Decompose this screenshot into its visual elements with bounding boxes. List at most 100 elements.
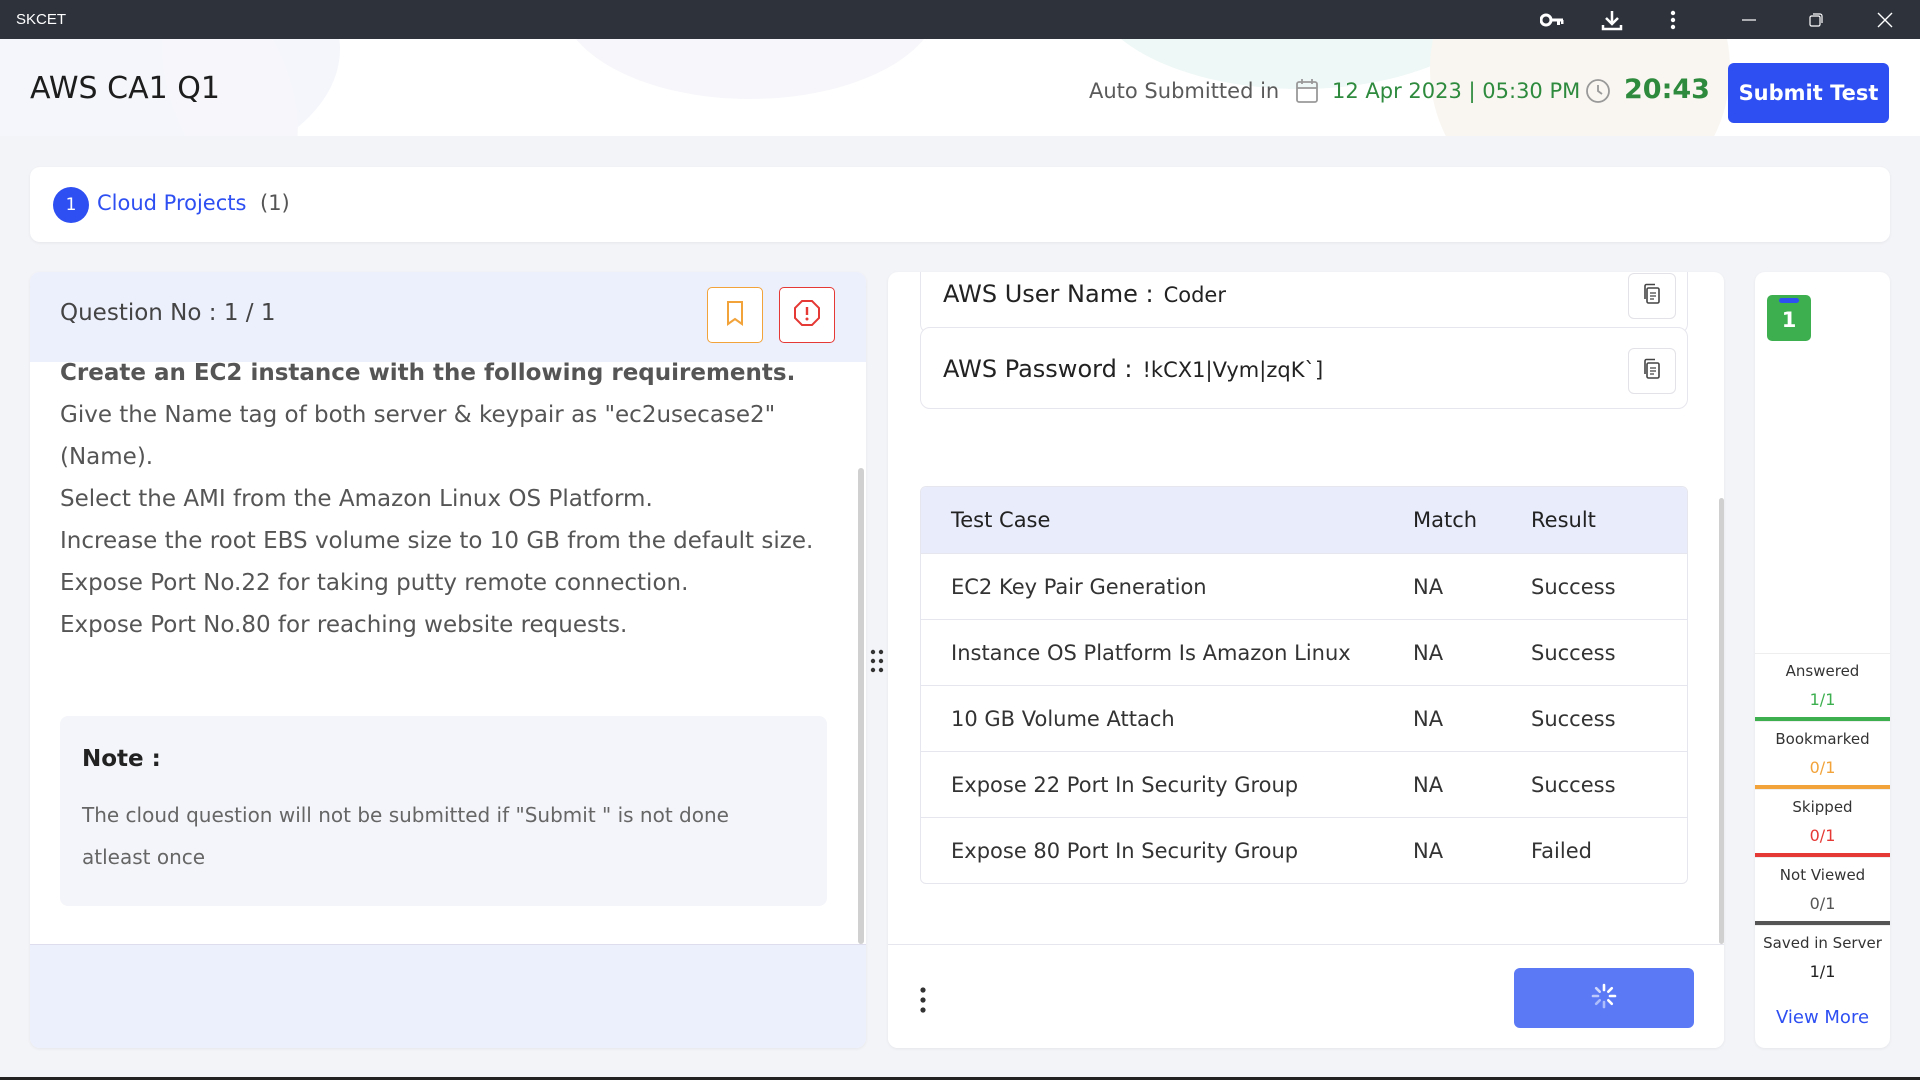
- aws-password-label: AWS Password : !kCX1|Vym|zqK`]: [943, 355, 1324, 383]
- stat-label: Saved in Server: [1763, 934, 1882, 952]
- answer-footer: [888, 944, 1724, 1048]
- spinner-icon: [1590, 982, 1618, 1014]
- test-case-name: Expose 80 Port In Security Group: [921, 817, 1413, 883]
- question-panel: Question No : 1 / 1 Create an EC2 instan…: [30, 272, 866, 1048]
- bookmark-button[interactable]: [707, 287, 763, 343]
- download-icon[interactable]: [1597, 0, 1627, 39]
- copy-username-button[interactable]: [1628, 273, 1676, 319]
- answer-panel: AWS User Name : Coder AWS Password : !kCX1…: [888, 272, 1724, 1048]
- minimize-icon[interactable]: [1734, 0, 1764, 39]
- app-name: SKCET: [16, 11, 67, 28]
- aws-username-card: AWS User Name : Coder: [920, 272, 1688, 334]
- view-more-link[interactable]: View More: [1755, 1007, 1890, 1028]
- stat-value: 1/1: [1809, 962, 1836, 981]
- note-box: Note : The cloud question will not be su…: [60, 716, 827, 906]
- bookmark-icon: [724, 300, 746, 330]
- note-text: The cloud question will not be submitted…: [82, 803, 729, 869]
- submit-test-button[interactable]: Submit Test: [1728, 63, 1889, 123]
- restore-icon[interactable]: [1801, 0, 1831, 39]
- question-scrollbar[interactable]: [858, 468, 864, 944]
- test-case-match: NA: [1413, 817, 1531, 883]
- stat-value: 0/1: [1809, 894, 1836, 913]
- auto-submit-deadline: 12 Apr 2023 | 05:30 PM: [1332, 79, 1581, 103]
- window-titlebar: SKCET: [0, 0, 1920, 39]
- section-name: Cloud Projects: [97, 191, 247, 215]
- header-decoration: [560, 39, 940, 99]
- clock-icon: [1585, 78, 1611, 108]
- stat-bookmarked: Bookmarked 0/1: [1755, 721, 1890, 789]
- answer-scrollbar[interactable]: [1719, 498, 1724, 944]
- stat-label: Answered: [1785, 662, 1860, 680]
- test-case-match: NA: [1413, 553, 1531, 619]
- table-row: 10 GB Volume Attach NA Success: [921, 685, 1687, 751]
- key-icon[interactable]: [1537, 0, 1567, 39]
- test-case-name: Instance OS Platform Is Amazon Linux: [921, 619, 1413, 685]
- aws-password-card: AWS Password : !kCX1|Vym|zqK`]: [920, 327, 1688, 409]
- aws-username-label: AWS User Name : Coder: [943, 280, 1226, 308]
- question-navigator-1[interactable]: 1: [1767, 295, 1811, 341]
- question-line: Increase the root EBS volume size to 10 …: [60, 528, 814, 554]
- test-case-result: Success: [1531, 619, 1687, 685]
- copy-icon: [1642, 358, 1662, 384]
- table-header-row: Test Case Match Result: [921, 487, 1687, 553]
- more-vertical-icon[interactable]: [918, 985, 928, 1015]
- question-line: Expose Port No.22 for taking putty remot…: [60, 570, 689, 596]
- question-text: Create an EC2 instance with the followin…: [60, 362, 850, 762]
- question-number: Question No : 1 / 1: [60, 300, 276, 326]
- stat-saved-in-server: Saved in Server 1/1: [1755, 925, 1890, 993]
- column-header-match: Match: [1413, 487, 1531, 553]
- bookmark-indicator: [1779, 298, 1799, 303]
- test-case-result: Success: [1531, 685, 1687, 751]
- stat-answered: Answered 1/1: [1755, 653, 1890, 721]
- test-title: AWS CA1 Q1: [30, 71, 220, 106]
- auto-submitted-label: Auto Submitted in: [1089, 79, 1280, 103]
- question-line: Expose Port No.80 for reaching website r…: [60, 612, 628, 638]
- stat-value: 1/1: [1809, 690, 1836, 709]
- stat-label: Bookmarked: [1775, 730, 1870, 748]
- table-row: EC2 Key Pair Generation NA Success: [921, 553, 1687, 619]
- stat-value: 0/1: [1809, 758, 1836, 777]
- note-title: Note :: [82, 746, 161, 772]
- report-icon: [793, 299, 821, 331]
- test-case-result: Success: [1531, 751, 1687, 817]
- stat-label: Skipped: [1792, 798, 1853, 816]
- section-number-badge: 1: [53, 187, 89, 223]
- drag-handle-icon[interactable]: [868, 648, 886, 674]
- table-row: Expose 22 Port In Security Group NA Succ…: [921, 751, 1687, 817]
- test-case-match: NA: [1413, 751, 1531, 817]
- test-case-name: EC2 Key Pair Generation: [921, 553, 1413, 619]
- test-case-table: Test Case Match Result EC2 Key Pair Gene…: [920, 486, 1688, 884]
- aws-username-value: Coder: [1163, 283, 1226, 307]
- question-line: Select the AMI from the Amazon Linux OS …: [60, 486, 653, 512]
- countdown-timer: 20:43: [1624, 74, 1710, 105]
- stat-label: Not Viewed: [1779, 866, 1866, 884]
- question-footer: [30, 944, 866, 1048]
- column-header-test-case: Test Case: [921, 487, 1413, 553]
- test-case-name: Expose 22 Port In Security Group: [921, 751, 1413, 817]
- close-icon[interactable]: [1870, 0, 1900, 39]
- kebab-menu-icon[interactable]: [1658, 0, 1688, 39]
- test-case-match: NA: [1413, 619, 1531, 685]
- question-status-panel: 1 Answered 1/1 Bookmarked 0/1 Skipped 0/…: [1755, 272, 1890, 1048]
- table-row: Expose 80 Port In Security Group NA Fail…: [921, 817, 1687, 883]
- report-issue-button[interactable]: [779, 287, 835, 343]
- submit-code-button[interactable]: [1514, 968, 1694, 1028]
- table-row: Instance OS Platform Is Amazon Linux NA …: [921, 619, 1687, 685]
- stat-not-viewed: Not Viewed 0/1: [1755, 857, 1890, 925]
- test-case-match: NA: [1413, 685, 1531, 751]
- question-line: Give the Name tag of both server & keypa…: [60, 402, 776, 470]
- stat-value: 0/1: [1809, 826, 1836, 845]
- test-case-name: 10 GB Volume Attach: [921, 685, 1413, 751]
- question-navigator-number: 1: [1781, 308, 1797, 332]
- calendar-icon: [1295, 78, 1319, 108]
- section-bar: 1 Cloud Projects (1): [30, 167, 1890, 242]
- copy-icon: [1642, 283, 1662, 309]
- test-header: AWS CA1 Q1 Auto Submitted in 12 Apr 2023…: [0, 39, 1920, 136]
- copy-password-button[interactable]: [1628, 348, 1676, 394]
- question-header: Question No : 1 / 1: [30, 272, 866, 362]
- aws-password-value: !kCX1|Vym|zqK`]: [1142, 358, 1324, 382]
- column-header-result: Result: [1531, 487, 1687, 553]
- question-first-line: Create an EC2 instance with the followin…: [60, 362, 796, 386]
- section-question-count: (1): [260, 191, 290, 215]
- test-case-result: Success: [1531, 553, 1687, 619]
